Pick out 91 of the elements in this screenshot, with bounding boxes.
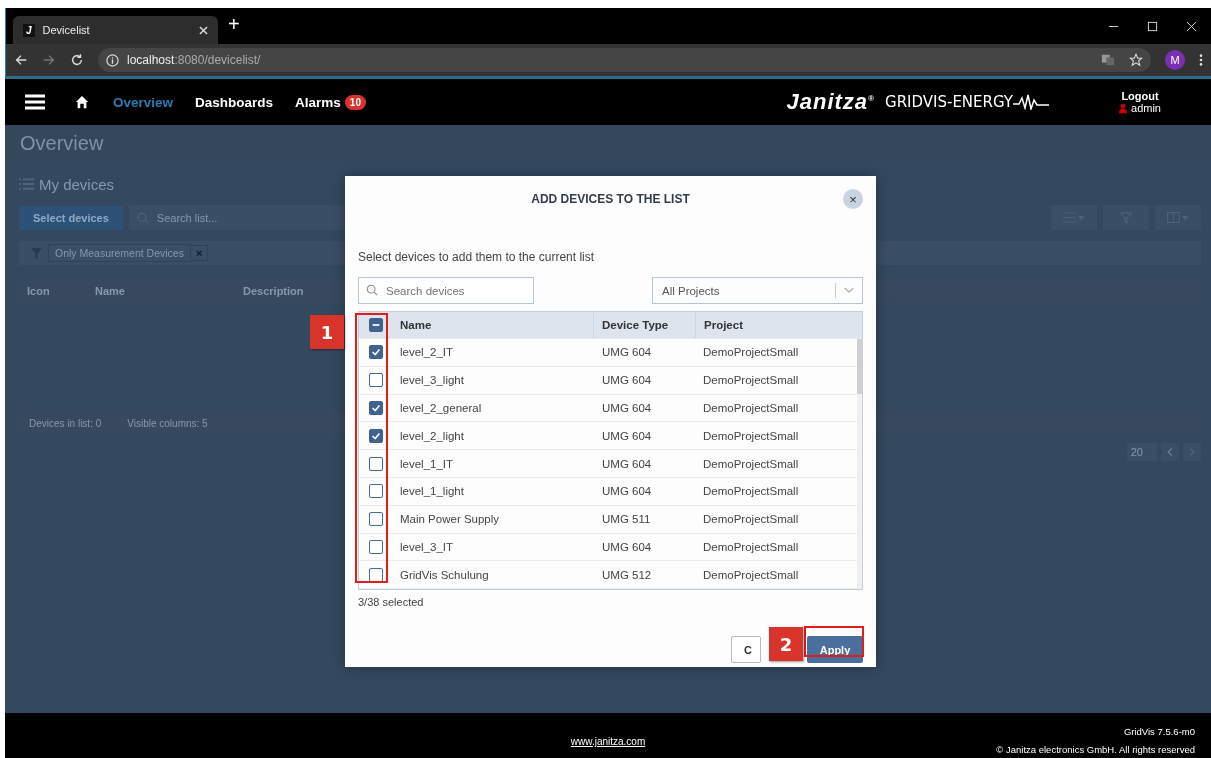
table-cell-text: level_1_IT bbox=[399, 457, 455, 470]
website-link[interactable]: www.janitza.com bbox=[570, 736, 646, 747]
tab-title: Devicelist bbox=[42, 24, 91, 36]
home-icon[interactable] bbox=[75, 95, 89, 109]
logout-link[interactable]: Logout bbox=[1121, 90, 1159, 102]
new-tab-button[interactable]: + bbox=[228, 13, 240, 36]
menu-icon[interactable] bbox=[1199, 53, 1203, 67]
columns-icon bbox=[1167, 212, 1189, 223]
table-cell-text: UMG 604 bbox=[601, 457, 653, 470]
check-icon bbox=[369, 402, 382, 414]
tab-favicon: J bbox=[23, 23, 35, 37]
star-icon[interactable] bbox=[1129, 53, 1143, 67]
row-checkbox[interactable] bbox=[368, 456, 383, 471]
table-cell-text: DemoProjectSmall bbox=[702, 457, 800, 470]
visible-columns-count: Visible columns: 5 bbox=[127, 417, 208, 429]
table-cell-text: DemoProjectSmall bbox=[702, 402, 800, 414]
alarm-count-badge: 10 bbox=[344, 94, 366, 110]
table-cell-text: level_3_IT bbox=[399, 540, 455, 553]
table-cell-text: UMG 604 bbox=[601, 346, 653, 359]
copyright-text: © Janitza electronics GmbH. All rights reserved bbox=[996, 744, 1195, 755]
project-select[interactable]: All Projects bbox=[652, 277, 863, 304]
close-button[interactable]: × bbox=[843, 189, 863, 209]
cancel-button[interactable]: C bbox=[731, 636, 761, 664]
table-cell-text: DemoProjectSmall bbox=[702, 485, 800, 498]
page-title: Overview bbox=[20, 131, 104, 155]
search-icon bbox=[136, 211, 149, 224]
user-icon bbox=[1119, 102, 1128, 114]
row-checkbox[interactable] bbox=[368, 373, 383, 388]
nav-link[interactable]: Dashboards bbox=[195, 94, 274, 110]
address-bar[interactable]: localhost:8080/devicelist/ bbox=[98, 48, 1151, 72]
row-checkbox[interactable] bbox=[368, 567, 383, 582]
row-checkbox[interactable] bbox=[368, 484, 383, 499]
row-checkbox[interactable] bbox=[368, 345, 383, 360]
reload-icon[interactable] bbox=[70, 53, 84, 67]
search-icon bbox=[366, 284, 378, 296]
row-checkbox[interactable] bbox=[368, 512, 383, 527]
step-marker: 2 bbox=[769, 627, 803, 661]
table-cell-text: UMG 604 bbox=[601, 485, 653, 498]
scrollbar-thumb[interactable] bbox=[857, 339, 862, 394]
table-cell-text: UMG 604 bbox=[601, 429, 653, 442]
select-all-checkbox[interactable] bbox=[368, 318, 383, 332]
chevron-down-icon bbox=[844, 287, 854, 294]
table-cell-text: level_2_light bbox=[399, 429, 465, 442]
table-cell-text: level_3_light bbox=[399, 374, 465, 387]
row-checkbox[interactable] bbox=[368, 539, 383, 554]
table-cell-text: level_2_general bbox=[399, 402, 483, 414]
row-checkbox[interactable] bbox=[368, 401, 383, 415]
table-cell-text: UMG 604 bbox=[601, 540, 653, 553]
table-cell-text: UMG 604 bbox=[601, 402, 653, 414]
table-cell-text: DemoProjectSmall bbox=[702, 429, 800, 442]
nav-link[interactable]: Alarms bbox=[295, 94, 341, 110]
table-cell-text: level_1_light bbox=[399, 485, 465, 498]
profile-avatar[interactable]: M bbox=[1165, 50, 1185, 70]
dialog-instructions: Select devices to add them to the current list bbox=[358, 250, 596, 264]
dialog-title: ADD DEVICES TO THE LIST bbox=[531, 192, 690, 206]
product-name: GRIDVIS-ENERGY bbox=[885, 93, 1014, 111]
table-cell-text: DemoProjectSmall bbox=[702, 374, 800, 387]
search-field[interactable]: Search devices bbox=[358, 277, 534, 304]
table-cell-text: DemoProjectSmall bbox=[702, 513, 800, 526]
table-cell-text: DemoProjectSmall bbox=[702, 346, 800, 359]
info-icon[interactable] bbox=[106, 53, 119, 67]
table-cell-text: level_2_IT bbox=[399, 346, 455, 359]
close-icon[interactable] bbox=[199, 25, 208, 35]
row-checkbox[interactable] bbox=[368, 428, 383, 443]
waveform-icon bbox=[1013, 94, 1050, 110]
column-header[interactable]: Device Type bbox=[593, 312, 695, 338]
maximize-icon[interactable] bbox=[1147, 20, 1158, 32]
table-cell-text: UMG 512 bbox=[601, 568, 653, 581]
section-title: My devices bbox=[39, 175, 115, 193]
highlight-frame bbox=[804, 626, 864, 657]
nav-link[interactable]: Overview bbox=[113, 94, 174, 110]
table-cell-text: DemoProjectSmall bbox=[702, 568, 800, 581]
username: admin bbox=[1131, 102, 1161, 114]
column-header[interactable]: Project bbox=[695, 312, 855, 338]
device-count: Devices in list: 0 bbox=[29, 417, 102, 429]
close-icon[interactable] bbox=[1186, 20, 1197, 32]
list-icon bbox=[19, 178, 34, 190]
table-cell-text: DemoProjectSmall bbox=[702, 540, 800, 553]
column-header[interactable]: Name bbox=[392, 312, 593, 338]
brand-logo: Janitza$^{®}$ bbox=[786, 89, 875, 115]
selection-count: 3/38 selected bbox=[358, 596, 425, 609]
browser-tab[interactable]: J Devicelist bbox=[13, 16, 218, 44]
step-marker: 1 bbox=[310, 315, 344, 349]
table-cell-text: GridVis Schulung bbox=[399, 568, 490, 581]
back-arrow-icon[interactable] bbox=[14, 53, 28, 67]
menu-icon[interactable] bbox=[25, 94, 45, 110]
version-text: GridVis 7.5.6-m0 bbox=[1123, 726, 1195, 737]
apply-button[interactable]: Apply bbox=[807, 636, 863, 664]
table-cell-text: UMG 604 bbox=[601, 374, 653, 387]
table-cell-text: Main Power Supply bbox=[399, 513, 501, 526]
table-cell-text: UMG 511 bbox=[601, 513, 652, 526]
